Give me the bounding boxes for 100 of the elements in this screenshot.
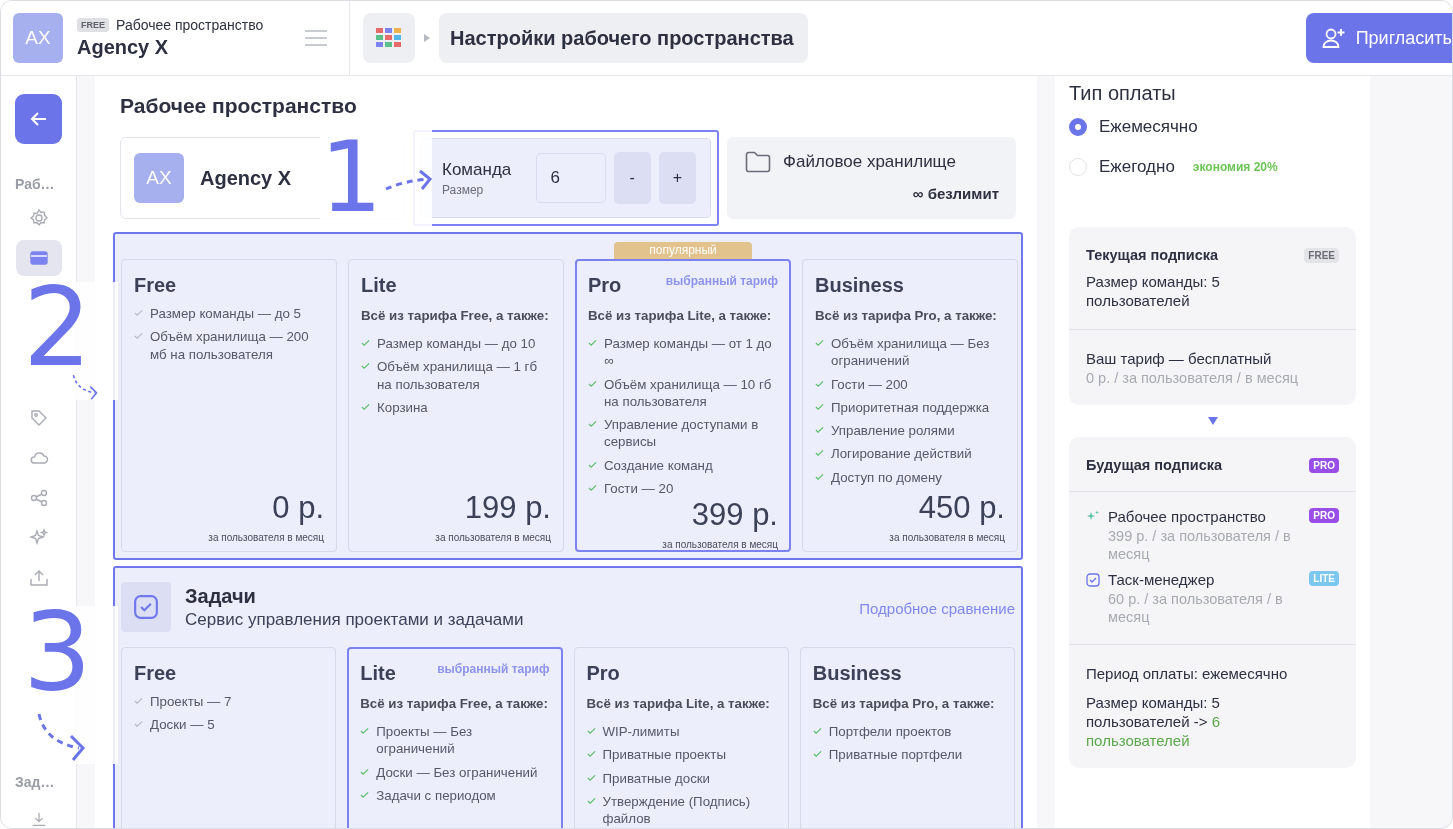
check-icon (586, 750, 596, 759)
check-icon (134, 720, 143, 729)
check-icon (361, 338, 370, 347)
plan-feature: Объём хранилища — 200 мб на пользователя (150, 328, 310, 363)
plan-price: 0 р. (272, 490, 324, 526)
plan-name: Lite (360, 662, 396, 685)
service-title: Задачи (185, 584, 257, 608)
subscription-title: Текущая подписка (1086, 247, 1219, 263)
plan-name: Lite (361, 274, 397, 297)
price-period: за пользователя в месяц (435, 532, 551, 543)
check-icon (815, 402, 824, 411)
check-icon (586, 726, 596, 735)
check-icon (588, 338, 597, 347)
team-size-change: Размер команды: 5 пользователей -> 6 пользователей (1086, 694, 1222, 751)
plan-feature: Размер команды — до 10 (377, 334, 536, 353)
section-title: Рабочее пространство (120, 94, 358, 118)
plan-feature: Доски — Без ограничений (376, 763, 538, 781)
check-icon (812, 750, 822, 759)
section-label: Зад… (14, 774, 55, 790)
check-icon (588, 483, 597, 492)
payment-type-title: Тип оплаты (1069, 82, 1177, 105)
plan-card[interactable]: Business Всё из тарифа Pro, а также: Портфели проектов Приватные портфели (799, 647, 1015, 828)
check-icon (360, 767, 370, 776)
breadcrumb[interactable]: Настройки рабочего пространства (439, 13, 808, 63)
check-icon (815, 426, 824, 435)
plan-feature: Приватные портфели (828, 746, 963, 764)
radio-button[interactable] (1069, 118, 1087, 136)
apps-button[interactable] (363, 13, 415, 63)
plan-feature: Управление ролями (831, 422, 955, 440)
service-price: 399 р. / за пользователя / в месяц (1108, 527, 1292, 564)
plan-badge: FREE (1304, 247, 1339, 263)
price-period: за пользователя в месяц (662, 539, 778, 551)
increment-button[interactable]: + (658, 152, 696, 204)
plan-card[interactable]: Free Проекты — 7 Доски — 5 (121, 647, 337, 828)
step-number: 1 (320, 136, 383, 220)
plan-feature: Приоритетная поддержка (831, 398, 990, 417)
check-icon (588, 379, 597, 388)
plan-feature: WIP-лимиты (602, 722, 680, 741)
plan-feature: Логирование действий (831, 445, 972, 463)
checkbox-icon (1086, 573, 1100, 588)
discount-note: экономия 20% (1192, 160, 1278, 174)
plan-text: Ваш тариф — бесплатный (1086, 349, 1273, 369)
storage-label: Файловое хранилище (783, 152, 956, 172)
plan-feature: Размер команды — от 1 до ∞ (604, 334, 773, 370)
workspace-name: Agency X (200, 166, 292, 190)
apps-grid-icon (376, 28, 402, 48)
plan-card[interactable]: Lite Всё из тарифа Free, а также: Размер команды — до 10 Объём хранилища — 1 гб на пользователя Корзина 199 р. за пользователя в месяц (348, 259, 564, 552)
plan-intro: Всё из тарифа Pro, а также: (812, 695, 996, 713)
radio-label[interactable]: Ежегодно (1099, 157, 1175, 177)
dashed-arrow (37, 711, 85, 762)
plan-card[interactable]: Business Всё из тарифа Pro, а также: Объём хранилища — Без ограничений Гости — 200 Приоритетная поддержка Управление ролями Логирование действий Доступ по домену 450 р. за пользователя в месяц (802, 259, 1018, 552)
folder-icon (745, 151, 771, 173)
plan-card[interactable] (575, 259, 791, 552)
plan-feature: Проекты — 7 (150, 693, 232, 711)
back-button[interactable] (15, 94, 62, 144)
down-arrow-icon (1207, 417, 1218, 426)
check-icon (815, 472, 824, 481)
plan-card[interactable]: Lite выбранный тариф Всё из тарифа Free, а также: Проекты — Без ограничений Доски — Без ограничений Задачи с периодом (347, 647, 563, 828)
plan-feature: Создание команд (604, 456, 713, 474)
team-sublabel: Размер (442, 182, 485, 197)
billing-period: Период оплаты: ежемесячно (1086, 665, 1289, 685)
plan-name: Free (134, 274, 177, 297)
plan-card[interactable]: Free Размер команды — до 5 Объём хранилища — 200 мб на пользователя 0 р. за пользователя в месяц (121, 259, 337, 552)
check-icon (134, 309, 143, 317)
menu-icon[interactable] (305, 30, 327, 46)
decrement-button[interactable]: - (613, 152, 651, 204)
plan-feature: Объём хранилища — Без ограничений (831, 334, 991, 370)
team-label: Команда (442, 159, 513, 180)
team-size-text: Размер команды: 5 пользователей (1086, 273, 1221, 311)
plan-card[interactable]: Pro Всё из тарифа Lite, а также: WIP-лимиты Приватные проекты Приватные доски Утверждение (Подпись) файлов (573, 647, 789, 828)
plan-name: Pro (588, 274, 622, 297)
board-icon (28, 248, 49, 268)
plan-feature: Приватные проекты (602, 746, 726, 764)
plan-feature: Корзина (377, 398, 428, 417)
price-period: за пользователя в месяц (208, 532, 324, 543)
service-name: Таск-менеджер (1108, 571, 1216, 591)
price-period: за пользователя в месяц (889, 532, 1005, 543)
plan-intro: Всё из тарифа Lite, а также: (586, 695, 771, 713)
step-number: 3 (23, 606, 93, 698)
radio-label[interactable]: Ежемесячно (1099, 117, 1198, 137)
plan-badge: LITE (1309, 571, 1339, 587)
workspace-avatar: AX (13, 13, 63, 63)
invite-button[interactable]: Пригласить (1305, 13, 1452, 63)
plan-price: 0 р. / за пользователя / в месяц (1086, 369, 1300, 388)
plan-feature: Размер команды — до 5 (150, 305, 301, 323)
sidebar-item[interactable] (15, 240, 62, 276)
plan-feature: Гости — 20 (604, 479, 674, 498)
plan-feature: Доски — 5 (150, 716, 215, 734)
team-size-field[interactable]: 6 (535, 153, 606, 203)
check-icon (588, 420, 597, 429)
plan-name: Pro (586, 662, 620, 685)
check-icon (586, 773, 596, 782)
plan-feature: Проекты — Без ограничений (376, 722, 474, 758)
service-name: Рабочее пространство (1108, 508, 1267, 528)
caret-icon (424, 34, 430, 42)
plan-feature: Задачи с периодом (376, 786, 496, 805)
dashed-arrow (384, 169, 433, 191)
plan-feature: Управление доступами в сервисы (604, 416, 760, 451)
plan-feature: Доступ по домену (831, 468, 942, 486)
plan-feature: Портфели проектов (828, 722, 952, 741)
